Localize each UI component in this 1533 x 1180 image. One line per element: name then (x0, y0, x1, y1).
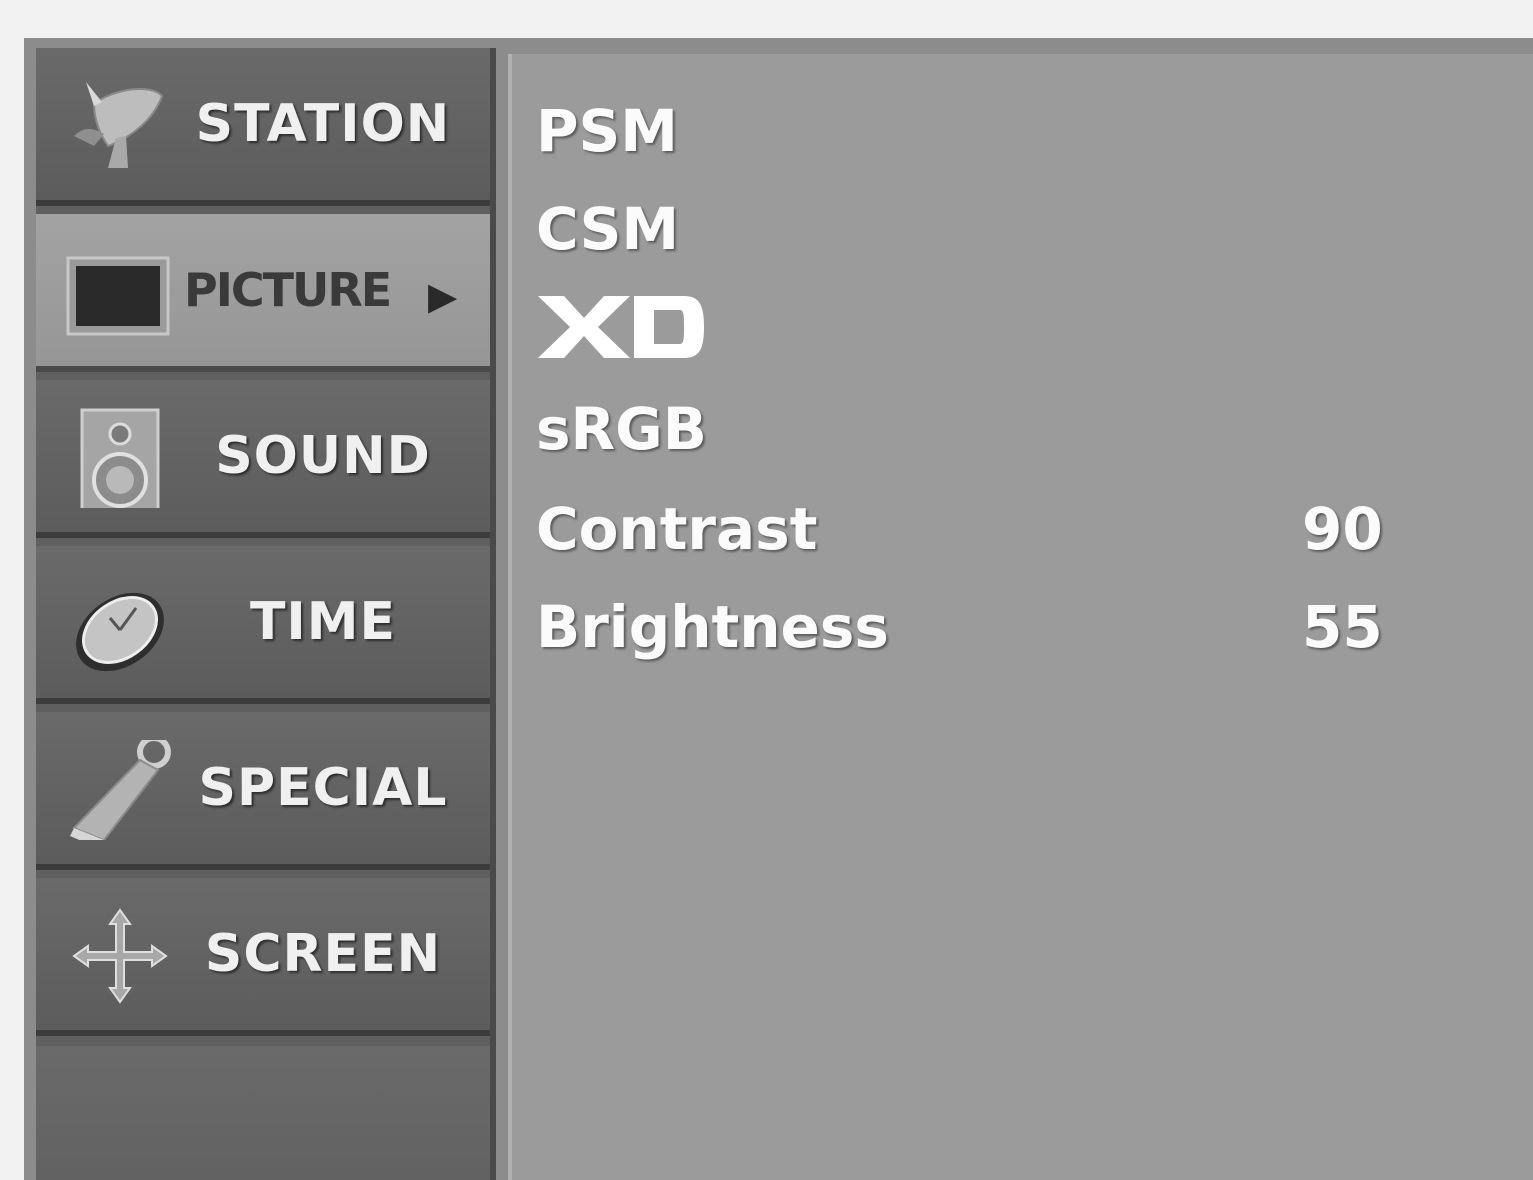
key-tag-icon (70, 740, 171, 840)
menu-item-sound[interactable]: SOUND (36, 380, 490, 538)
menu-option-srgb[interactable]: sRGB (536, 384, 1436, 474)
menu-item-time[interactable]: TIME (36, 546, 490, 704)
satellite-dish-icon (74, 82, 164, 168)
menu-item-label: SPECIAL (198, 758, 448, 818)
menu-option-brightness[interactable]: Brightness 55 (536, 582, 1436, 672)
menu-option-psm[interactable]: PSM (536, 86, 1436, 176)
contrast-value: 90 (1302, 495, 1383, 563)
clock-icon (76, 592, 164, 672)
menu-item-label: SCREEN (204, 924, 442, 984)
menu-option-contrast[interactable]: Contrast 90 (536, 484, 1436, 574)
menu-item-label: SOUND (215, 426, 431, 486)
menu-item-special[interactable]: SPECIAL (36, 712, 490, 870)
menu-item-station[interactable]: STATION (36, 48, 490, 206)
main-menu-sidebar: STATION PICTURE ▶ SOUND TIME SPECIAL SCR… (36, 48, 496, 1180)
picture-submenu-panel: PSM CSM XD sRGB Contrast 90 Brightness 5… (508, 54, 1533, 1180)
speaker-icon (80, 408, 160, 508)
menu-item-label: PICTURE (184, 263, 392, 317)
menu-item-label: TIME (249, 592, 397, 652)
xd-logo-option[interactable]: XD (534, 294, 706, 360)
sidebar-empty-area (36, 1046, 490, 1180)
move-arrows-icon (72, 908, 168, 1004)
option-label: Brightness (536, 593, 889, 661)
menu-item-label: STATION (195, 94, 451, 154)
brightness-value: 55 (1302, 593, 1383, 661)
option-label: Contrast (536, 495, 818, 563)
menu-option-csm[interactable]: CSM (536, 184, 1436, 274)
option-label: PSM (536, 97, 678, 165)
menu-item-screen[interactable]: SCREEN (36, 878, 490, 1036)
tv-osd-menu: STATION PICTURE ▶ SOUND TIME SPECIAL SCR… (24, 38, 1533, 1180)
menu-item-picture[interactable]: PICTURE ▶ (36, 214, 490, 372)
option-label: sRGB (536, 395, 707, 463)
submenu-arrow-icon: ▶ (428, 274, 458, 318)
picture-screen-icon (66, 256, 170, 336)
option-label: CSM (536, 195, 680, 263)
